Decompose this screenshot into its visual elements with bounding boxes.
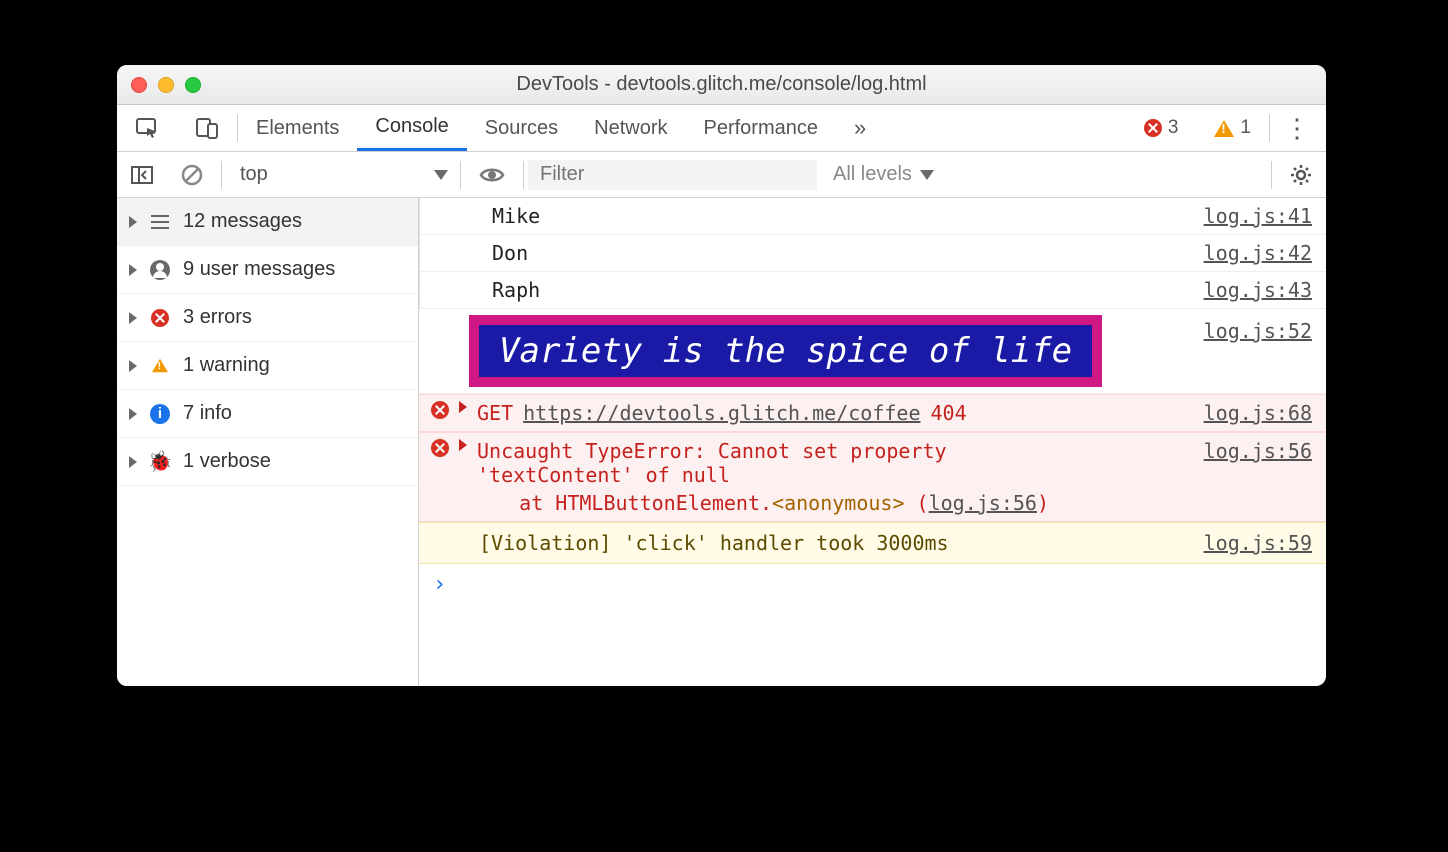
sidebar-item-user-messages[interactable]: 9 user messages xyxy=(117,246,418,294)
source-link[interactable]: log.js:52 xyxy=(1204,309,1326,343)
log-row-violation[interactable]: [Violation] 'click' handler took 3000ms … xyxy=(419,522,1326,564)
violation-message: [Violation] 'click' handler took 3000ms xyxy=(479,531,949,555)
devtools-window: DevTools - devtools.glitch.me/console/lo… xyxy=(117,65,1326,686)
error-message: Uncaught TypeError: Cannot set property … xyxy=(477,439,947,487)
device-toolbar-icon[interactable] xyxy=(177,105,237,151)
chevron-down-icon xyxy=(920,170,934,180)
tab-console[interactable]: Console xyxy=(357,105,466,151)
error-icon xyxy=(431,439,449,457)
minimize-window-button[interactable] xyxy=(158,77,174,93)
traffic-lights xyxy=(131,77,201,93)
inspect-element-icon[interactable] xyxy=(117,105,177,151)
source-link[interactable]: log.js:68 xyxy=(1204,401,1312,425)
chevron-down-icon xyxy=(434,170,448,180)
tab-elements[interactable]: Elements xyxy=(238,105,357,151)
log-message: Mike xyxy=(444,204,540,228)
log-row[interactable]: Don log.js:42 xyxy=(420,235,1326,272)
expand-icon xyxy=(459,439,467,451)
warning-icon xyxy=(1214,120,1234,137)
styled-log-message: Variety is the spice of life xyxy=(469,315,1102,387)
sidebar-toggle-icon[interactable] xyxy=(117,152,167,197)
warning-icon xyxy=(152,359,168,373)
log-row-network-error[interactable]: GET https://devtools.glitch.me/coffee 40… xyxy=(419,394,1326,432)
tabs-overflow-button[interactable]: » xyxy=(836,105,884,151)
log-row[interactable]: Mike log.js:41 xyxy=(420,198,1326,235)
console-output: Mike log.js:41 Don log.js:42 Raph log.js… xyxy=(419,198,1326,686)
sidebar-item-messages[interactable]: 12 messages xyxy=(117,198,418,246)
sidebar-item-warnings[interactable]: 1 warning xyxy=(117,342,418,390)
console-settings-icon[interactable] xyxy=(1276,152,1326,197)
source-link[interactable]: log.js:59 xyxy=(1204,531,1312,555)
filter-input[interactable] xyxy=(528,160,817,190)
expand-icon xyxy=(129,264,137,276)
bug-icon: 🐞 xyxy=(149,451,171,473)
console-toolbar: top All levels xyxy=(117,152,1326,198)
error-icon xyxy=(151,309,169,327)
context-selector[interactable]: top xyxy=(226,163,456,186)
sidebar-item-errors[interactable]: 3 errors xyxy=(117,294,418,342)
clear-console-icon[interactable] xyxy=(167,152,217,197)
log-level-selector[interactable]: All levels xyxy=(817,163,950,186)
expand-icon xyxy=(129,312,137,324)
log-message: Raph xyxy=(444,278,540,302)
source-link[interactable]: log.js:42 xyxy=(1204,241,1312,265)
request-url[interactable]: https://devtools.glitch.me/coffee xyxy=(523,401,920,425)
http-method: GET xyxy=(477,401,513,425)
devtools-tabstrip: Elements Console Sources Network Perform… xyxy=(117,105,1326,152)
tab-performance[interactable]: Performance xyxy=(686,105,837,151)
expand-icon xyxy=(459,401,467,413)
stack-source-link[interactable]: log.js:56 xyxy=(929,491,1037,515)
warning-counter[interactable]: 1 xyxy=(1196,105,1269,151)
list-icon xyxy=(149,211,171,233)
prompt-chevron-icon: › xyxy=(433,572,446,597)
expand-icon xyxy=(129,456,137,468)
source-link[interactable]: log.js:43 xyxy=(1204,278,1312,302)
sidebar-item-verbose[interactable]: 🐞 1 verbose xyxy=(117,438,418,486)
error-icon xyxy=(1144,119,1162,137)
stack-trace: at HTMLButtonElement.<anonymous> (log.js… xyxy=(431,491,1312,515)
source-link[interactable]: log.js:56 xyxy=(1204,439,1312,487)
user-icon xyxy=(150,260,170,280)
live-expression-icon[interactable] xyxy=(465,152,519,197)
close-window-button[interactable] xyxy=(131,77,147,93)
tab-network[interactable]: Network xyxy=(576,105,685,151)
http-status: 404 xyxy=(930,401,966,425)
sidebar-item-info[interactable]: i 7 info xyxy=(117,390,418,438)
expand-icon xyxy=(129,408,137,420)
console-sidebar: 12 messages 9 user messages 3 errors 1 w… xyxy=(117,198,419,686)
source-link[interactable]: log.js:41 xyxy=(1204,204,1312,228)
console-prompt[interactable]: › xyxy=(419,564,1326,605)
log-row[interactable]: Raph log.js:43 xyxy=(420,272,1326,309)
titlebar: DevTools - devtools.glitch.me/console/lo… xyxy=(117,65,1326,105)
log-message: Don xyxy=(444,241,528,265)
info-icon: i xyxy=(150,404,170,424)
log-row-styled[interactable]: Variety is the spice of life log.js:52 xyxy=(419,309,1326,394)
error-icon xyxy=(431,401,449,419)
expand-icon xyxy=(129,360,137,372)
window-title: DevTools - devtools.glitch.me/console/lo… xyxy=(117,73,1326,96)
more-options-button[interactable]: ⋮ xyxy=(1270,113,1326,144)
error-counter[interactable]: 3 xyxy=(1126,105,1197,151)
zoom-window-button[interactable] xyxy=(185,77,201,93)
tab-sources[interactable]: Sources xyxy=(467,105,576,151)
context-label: top xyxy=(240,163,268,186)
log-row-type-error[interactable]: Uncaught TypeError: Cannot set property … xyxy=(419,432,1326,522)
expand-icon xyxy=(129,216,137,228)
